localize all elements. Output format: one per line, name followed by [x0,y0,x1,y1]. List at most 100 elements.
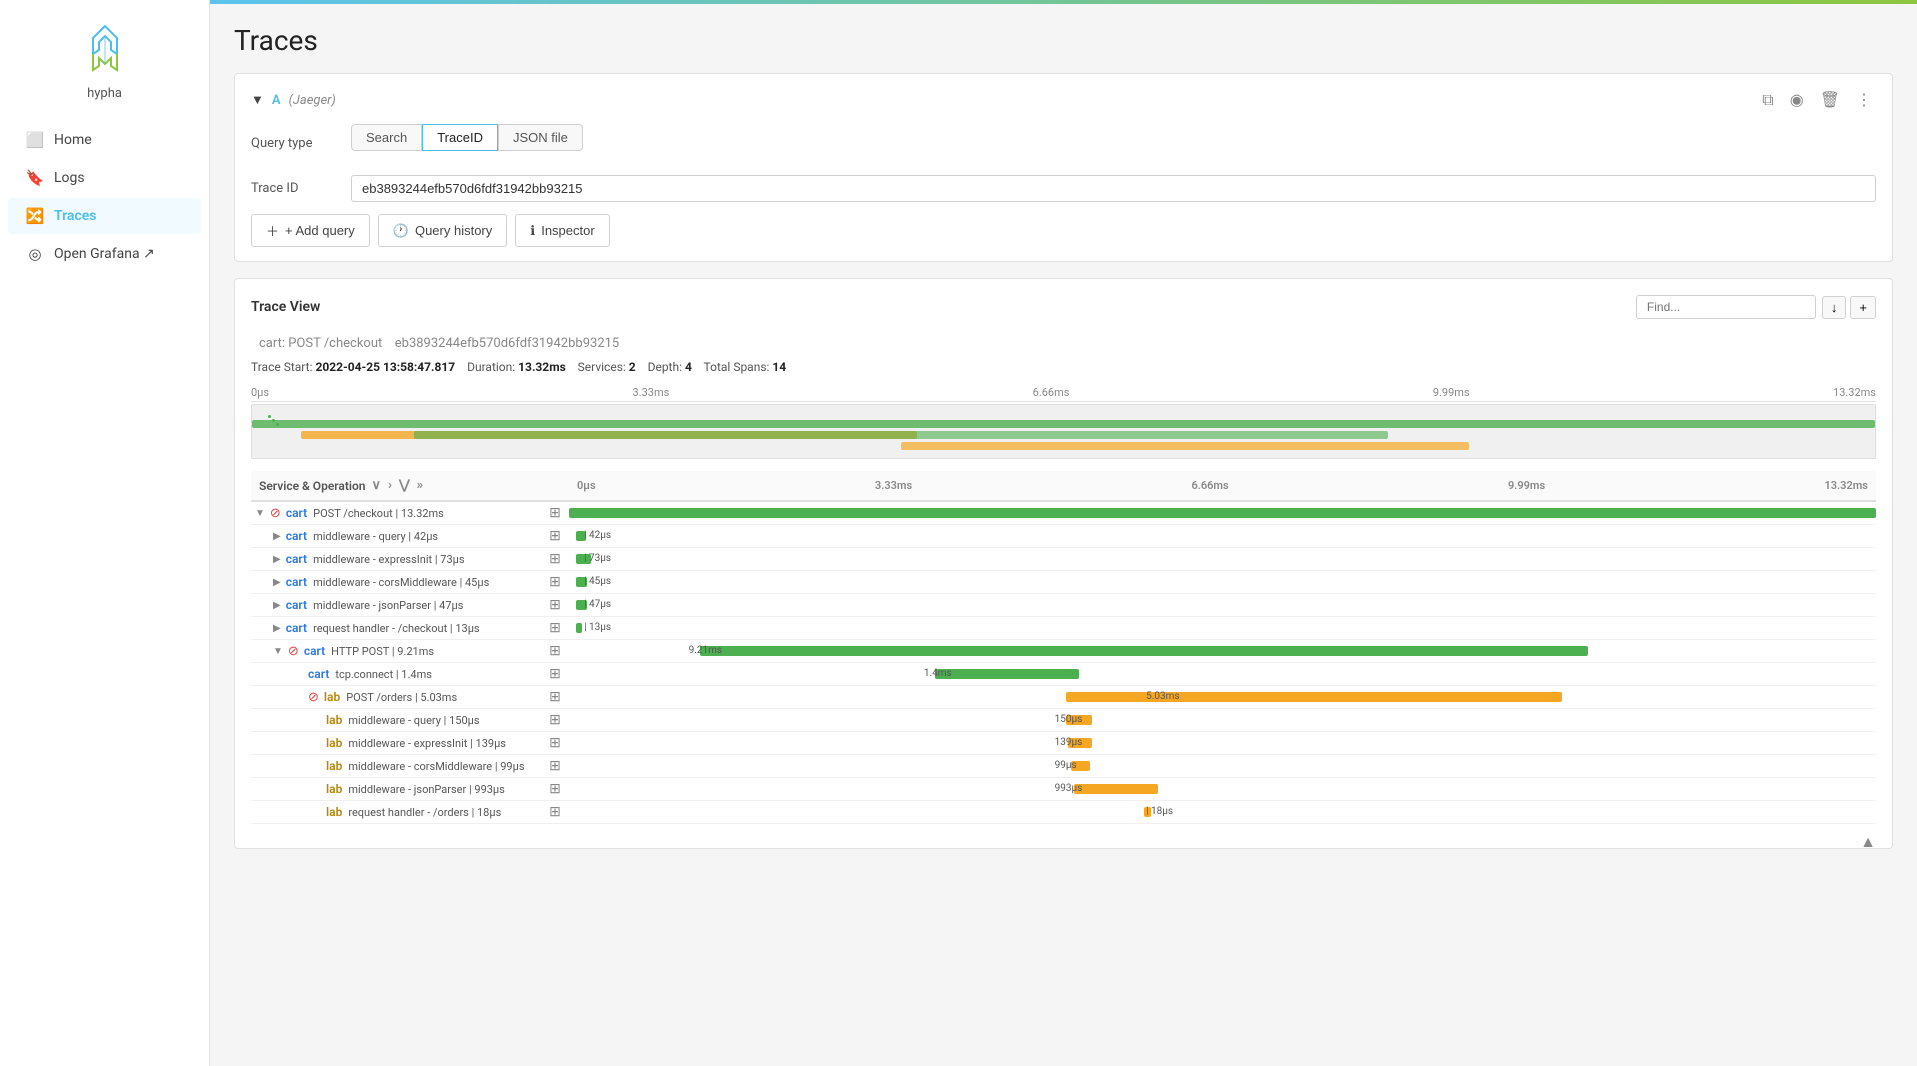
span-log-icon[interactable]: ⊞ [549,735,561,751]
span-service-op-cell: ▶cartmiddleware - corsMiddleware | 45µs [251,571,541,594]
span-bar-cell: | 45µs [569,571,1876,594]
expand-all-icon[interactable]: › [386,476,394,495]
table-row[interactable]: ▶cartmiddleware - corsMiddleware | 45µs ⊞… [251,571,1876,594]
trace-meta: Trace Start: 2022-04-25 13:58:47.817 Dur… [251,360,1876,374]
span-bar-cell: 139µs [569,732,1876,755]
span-log-icon[interactable]: ⊞ [549,505,561,521]
span-time-label: | 45µs [582,576,611,587]
traces-icon: 🔀 [26,207,44,225]
span-time-label: 1.4ms [922,668,952,679]
span-service-op-cell: ▼⊘cartPOST /checkout | 13.32ms [251,501,541,525]
find-input[interactable] [1636,295,1816,319]
eye-icon[interactable]: ◉ [1786,88,1808,112]
trace-id-input[interactable] [351,175,1876,202]
span-toggle[interactable]: ▶ [273,577,281,588]
expand-down-icon[interactable]: ⋁ [397,476,412,495]
more-icon[interactable]: ⋮ [1852,88,1876,112]
span-log-icon[interactable]: ⊞ [549,551,561,567]
mini-bar-green2 [414,431,1388,439]
span-log-icon[interactable]: ⊞ [549,781,561,797]
table-row[interactable]: ▼⊘cartPOST /checkout | 13.32ms ⊞ [251,501,1876,525]
span-service-op-cell: ▶cartmiddleware - jsonParser | 47µs [251,594,541,617]
trace-name: cart: POST /checkout eb3893244efb570d6fd… [251,331,1876,352]
collapse-all-icon[interactable]: ∨ [370,476,384,495]
span-log-icon[interactable]: ⊞ [549,643,561,659]
delete-icon[interactable]: 🗑 [1816,88,1844,112]
tab-traceid[interactable]: TraceID [422,124,498,151]
span-toggle[interactable]: ▼ [273,646,283,657]
scroll-up-button[interactable]: ▲ [1860,832,1876,852]
table-row[interactable]: ⊘labPOST /orders | 5.03ms⊞5.03ms [251,686,1876,709]
span-time-label: 99µs [1053,760,1077,771]
find-next-button[interactable]: + [1850,296,1876,319]
table-row[interactable]: ▶cartrequest handler - /checkout | 13µs⊞… [251,617,1876,640]
span-log-icon[interactable]: ⊞ [549,804,561,820]
span-log-icon[interactable]: ⊞ [549,597,561,613]
query-source-toggle[interactable]: ▼ [251,92,264,108]
meta-depth-value: 4 [685,360,692,374]
span-toggle[interactable]: ▶ [273,600,281,611]
span-bar-cell: | 47µs [569,594,1876,617]
table-row[interactable]: labrequest handler - /orders | 18µs⊞| 18… [251,801,1876,824]
table-row[interactable]: labmiddleware - expressInit | 139µs⊞139µ… [251,732,1876,755]
span-op: tcp.connect | 1.4ms [335,668,432,681]
span-service-name: cart [304,644,325,658]
table-row[interactable]: ▼⊘cartHTTP POST | 9.21ms⊞9.21ms [251,640,1876,663]
span-toggle[interactable]: ▶ [273,531,281,542]
span-toggle[interactable]: ▼ [255,508,265,519]
span-bar-cell: 5.03ms [569,686,1876,709]
trace-view-title: Trace View [251,299,320,315]
span-bar [700,646,1589,656]
table-row[interactable]: labmiddleware - corsMiddleware | 99µs⊞99… [251,755,1876,778]
table-row[interactable]: ▶cartmiddleware - expressInit | 73µs⊞| 7… [251,548,1876,571]
span-icon-cell: ⊞ [541,640,569,663]
meta-total-spans-label: Total Spans: [704,360,770,374]
span-log-icon[interactable]: ⊞ [549,574,561,590]
query-history-button[interactable]: 🕐 Query history [378,214,508,247]
th-ruler-0: 0µs [577,479,596,492]
table-row[interactable]: carttcp.connect | 1.4ms⊞1.4ms [251,663,1876,686]
find-prev-button[interactable]: ↓ [1822,296,1847,319]
span-log-icon[interactable]: ⊞ [549,528,561,544]
trace-id-field: Trace ID [251,175,1876,202]
copy-icon[interactable]: ⧉ [1758,88,1777,112]
th-service-op: Service & Operation ∨ › ⋁ » [251,471,541,501]
meta-duration-value: 13.32ms [518,360,566,374]
tab-json-file[interactable]: JSON file [498,124,583,151]
table-row[interactable]: labmiddleware - jsonParser | 993µs⊞993µs [251,778,1876,801]
expand-right-icon[interactable]: » [415,476,425,495]
span-time-label: 9.21ms [687,645,722,656]
span-log-icon[interactable]: ⊞ [549,666,561,682]
inspector-button[interactable]: ℹ Inspector [515,214,609,247]
span-bar-cell: | 13µs [569,617,1876,640]
span-log-icon[interactable]: ⊞ [549,689,561,705]
span-log-icon[interactable]: ⊞ [549,620,561,636]
table-row[interactable]: labmiddleware - query | 150µs⊞150µs [251,709,1876,732]
table-row[interactable]: ▶cartmiddleware - jsonParser | 47µs ⊞ | 47… [251,594,1876,617]
col-arrows: ∨ › ⋁ » [370,476,426,495]
span-icon-cell: ⊞ [541,594,569,617]
span-time-label: 5.03ms [1144,691,1179,702]
add-query-button[interactable]: ＋ + Add query [251,214,370,247]
span-op: middleware - query | 150µs [348,714,479,727]
timeline-ruler: 0µs 3.33ms 6.66ms 9.99ms 13.32ms [251,384,1876,402]
tab-search[interactable]: Search [351,124,422,151]
span-icon-cell: ⊞ [541,709,569,732]
span-log-icon[interactable]: ⊞ [549,758,561,774]
span-service-op-cell: ▶cartmiddleware - expressInit | 73µs [251,548,541,571]
mini-dots [268,415,280,427]
span-bar-cell: | 18µs [569,801,1876,824]
span-service-name: lab [324,690,340,704]
span-toggle[interactable]: ▶ [273,554,281,565]
sidebar-item-traces[interactable]: 🔀 Traces [8,198,201,234]
sidebar-item-logs[interactable]: 🔖 Logs [8,160,201,196]
meta-total-spans-value: 14 [772,360,786,374]
sidebar-item-open-grafana[interactable]: ◎ Open Grafana ↗ [8,236,201,272]
span-toggle[interactable]: ▶ [273,623,281,634]
sidebar-item-home[interactable]: ⬜ Home [8,122,201,158]
table-row[interactable]: ▶cartmiddleware - query | 42µs⊞| 42µs [251,525,1876,548]
span-log-icon[interactable]: ⊞ [549,712,561,728]
span-icon-cell: ⊞ [541,801,569,824]
trace-id-label: Trace ID [251,181,351,196]
span-op: middleware - expressInit | 139µs [348,737,506,750]
